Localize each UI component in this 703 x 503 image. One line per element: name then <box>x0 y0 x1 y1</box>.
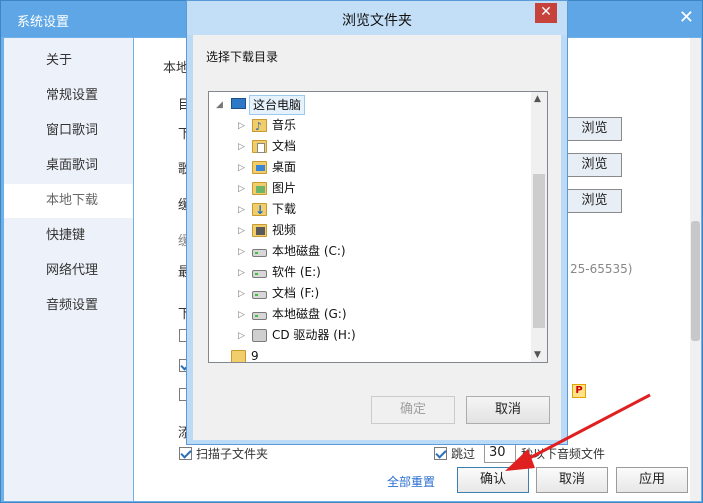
expand-arrow-icon[interactable]: ▷ <box>238 116 245 136</box>
tree-item-drive-g[interactable]: ▷ 本地磁盘 (G:) <box>209 305 533 325</box>
documents-folder-icon <box>252 140 267 153</box>
tree-item-desktop[interactable]: ▷ 桌面 <box>209 158 533 178</box>
tree-scrollbar[interactable]: ▲ ▼ <box>531 92 547 362</box>
pictures-folder-icon <box>252 182 267 195</box>
tree-item-label: 音乐 <box>272 118 297 132</box>
videos-folder-icon <box>252 224 267 237</box>
expand-arrow-icon[interactable]: ▷ <box>238 200 245 220</box>
expand-arrow-icon[interactable]: ▷ <box>238 221 245 241</box>
music-folder-icon <box>252 117 267 137</box>
tree-item-documents[interactable]: ▷ 文档 <box>209 137 533 157</box>
dialog-close-icon[interactable]: ✕ <box>535 3 557 23</box>
port-range-hint: 25-65535) <box>570 262 633 276</box>
expand-arrow-icon[interactable]: ▷ <box>238 326 245 346</box>
sidebar-item-general[interactable]: 常规设置 <box>4 79 133 113</box>
tree-item-label: 软件 (E:) <box>272 265 321 279</box>
tree-item-drive-c[interactable]: ▷ 本地磁盘 (C:) <box>209 242 533 262</box>
skip-seconds-input[interactable]: 30 <box>484 443 516 463</box>
p-badge-icon: P <box>572 384 586 398</box>
tree-item-label: 文档 <box>272 139 297 153</box>
sidebar-item-shortcuts[interactable]: 快捷键 <box>4 219 133 253</box>
sidebar-item-network-proxy[interactable]: 网络代理 <box>4 254 133 288</box>
collapse-arrow-icon[interactable]: ◢ <box>216 95 223 115</box>
drive-icon <box>252 312 267 320</box>
tree-item-label: 文档 (F:) <box>272 286 320 300</box>
content-scroll-thumb[interactable] <box>691 221 700 341</box>
expand-arrow-icon[interactable]: ▷ <box>238 137 245 157</box>
drive-icon <box>252 270 267 278</box>
tree-item-drive-h[interactable]: ▷ CD 驱动器 (H:) <box>209 326 533 346</box>
sidebar-item-local-download[interactable]: 本地下载 <box>4 184 133 218</box>
browse-cache-dir-button[interactable]: 浏览 <box>567 189 622 213</box>
drive-icon <box>252 249 267 257</box>
tree-item-label: 本地磁盘 (G:) <box>272 307 347 321</box>
dialog-title-bar: 浏览文件夹 ✕ <box>187 1 567 35</box>
settings-apply-button[interactable]: 应用 <box>616 467 688 493</box>
sidebar-item-audio[interactable]: 音频设置 <box>4 289 133 323</box>
tree-item-folder-9[interactable]: 9 <box>209 347 533 363</box>
scan-subfolders-label: 扫描子文件夹 <box>196 447 269 461</box>
folder-tree[interactable]: ◢ 这台电脑 ▷ 音乐 ▷ 文档 ▷ 桌面 ▷ 图片 <box>208 91 548 363</box>
scroll-down-icon[interactable]: ▼ <box>534 350 541 360</box>
settings-title: 系统设置 <box>17 15 70 30</box>
settings-cancel-button[interactable]: 取消 <box>536 467 608 493</box>
settings-close-icon[interactable]: ✕ <box>679 7 694 28</box>
scroll-up-icon[interactable]: ▲ <box>534 94 541 104</box>
expand-arrow-icon[interactable]: ▷ <box>238 242 245 262</box>
dialog-body: 选择下载目录 ◢ 这台电脑 ▷ 音乐 ▷ 文档 ▷ 桌面 <box>193 35 561 440</box>
expand-arrow-icon[interactable]: ▷ <box>238 305 245 325</box>
dialog-cancel-button[interactable]: 取消 <box>466 396 550 424</box>
tree-scroll-thumb[interactable] <box>533 174 545 328</box>
tree-item-this-pc[interactable]: ◢ 这台电脑 <box>209 95 533 115</box>
tree-item-label: 本地磁盘 (C:) <box>272 244 346 258</box>
sidebar-item-desktop-lyrics[interactable]: 桌面歌词 <box>4 149 133 183</box>
tree-item-downloads[interactable]: ▷ 下载 <box>209 200 533 220</box>
settings-sidebar: 关于 常规设置 窗口歌词 桌面歌词 本地下载 快捷键 网络代理 音频设置 <box>4 38 133 501</box>
browse-download-dir-button[interactable]: 浏览 <box>567 117 622 141</box>
tree-item-videos[interactable]: ▷ 视频 <box>209 221 533 241</box>
desktop-folder-icon <box>252 161 267 174</box>
tree-item-label: CD 驱动器 (H:) <box>272 328 356 342</box>
dialog-prompt: 选择下载目录 <box>206 50 279 64</box>
dialog-title: 浏览文件夹 <box>342 13 412 29</box>
tree-item-drive-f[interactable]: ▷ 文档 (F:) <box>209 284 533 304</box>
tree-item-drive-e[interactable]: ▷ 软件 (E:) <box>209 263 533 283</box>
expand-arrow-icon[interactable]: ▷ <box>238 179 245 199</box>
reset-all-link[interactable]: 全部重置 <box>387 473 435 490</box>
skip-suffix-label: 秒以下音频文件 <box>521 447 606 461</box>
sidebar-item-window-lyrics[interactable]: 窗口歌词 <box>4 114 133 148</box>
computer-icon <box>231 98 246 109</box>
dialog-ok-button[interactable]: 确定 <box>371 396 455 424</box>
tree-item-label: 桌面 <box>272 160 297 174</box>
tree-item-label: 图片 <box>272 181 297 195</box>
skip-label: 跳过 <box>451 447 476 461</box>
expand-arrow-icon[interactable]: ▷ <box>238 284 245 304</box>
cd-drive-icon <box>252 329 267 342</box>
downloads-folder-icon <box>252 200 267 220</box>
tree-item-pictures[interactable]: ▷ 图片 <box>209 179 533 199</box>
tree-item-label: 9 <box>251 349 259 363</box>
folder-icon <box>231 350 246 362</box>
drive-icon <box>252 291 267 299</box>
tree-item-music[interactable]: ▷ 音乐 <box>209 116 533 137</box>
browse-folder-dialog: 浏览文件夹 ✕ 选择下载目录 ◢ 这台电脑 ▷ 音乐 ▷ 文档 ▷ <box>186 0 568 445</box>
expand-arrow-icon[interactable]: ▷ <box>238 263 245 283</box>
browse-lyrics-dir-button[interactable]: 浏览 <box>567 153 622 177</box>
scan-subfolders-checkbox[interactable] <box>179 447 192 460</box>
expand-arrow-icon[interactable]: ▷ <box>238 158 245 178</box>
tree-item-label: 这台电脑 <box>249 95 306 115</box>
tree-item-label: 视频 <box>272 223 297 237</box>
skip-short-audio-checkbox[interactable] <box>434 447 447 460</box>
settings-ok-button[interactable]: 确认 <box>457 467 529 493</box>
tree-item-label: 下载 <box>272 202 297 216</box>
sidebar-item-about[interactable]: 关于 <box>4 44 133 78</box>
